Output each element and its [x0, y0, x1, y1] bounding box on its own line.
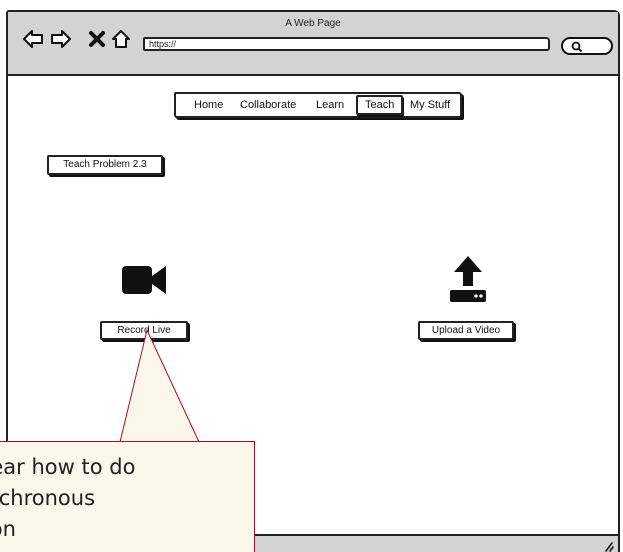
home-icon[interactable] — [110, 28, 132, 50]
forward-icon[interactable] — [50, 28, 72, 50]
upload-video-button[interactable]: Upload a Video — [418, 321, 514, 340]
upload-icon — [450, 256, 486, 302]
back-icon[interactable] — [22, 28, 44, 50]
nav-item-collaborate[interactable]: Collaborate — [240, 99, 296, 111]
stage: A Web Page https:// Home Collaborate Lea… — [0, 0, 623, 552]
annotation-callout: clear how to do ynchronous sion — [0, 441, 255, 552]
close-icon[interactable] — [86, 28, 108, 50]
title-bar: A Web Page https:// — [8, 12, 618, 76]
search-icon[interactable] — [560, 36, 614, 56]
nav-item-home[interactable]: Home — [194, 99, 223, 111]
video-camera-icon — [122, 266, 166, 294]
callout-pointer — [119, 328, 200, 443]
nav-item-my-stuff[interactable]: My Stuff — [410, 99, 450, 111]
callout-text: clear how to do ynchronous sion — [0, 455, 136, 541]
resize-grip-icon[interactable] — [602, 540, 614, 552]
url-field[interactable]: https:// — [143, 37, 550, 51]
nav-item-learn[interactable]: Learn — [316, 99, 344, 111]
main-nav: Home Collaborate Learn Teach My Stuff — [174, 92, 462, 118]
nav-item-teach[interactable]: Teach — [356, 95, 404, 115]
teach-problem-button[interactable]: Teach Problem 2.3 — [47, 155, 163, 175]
